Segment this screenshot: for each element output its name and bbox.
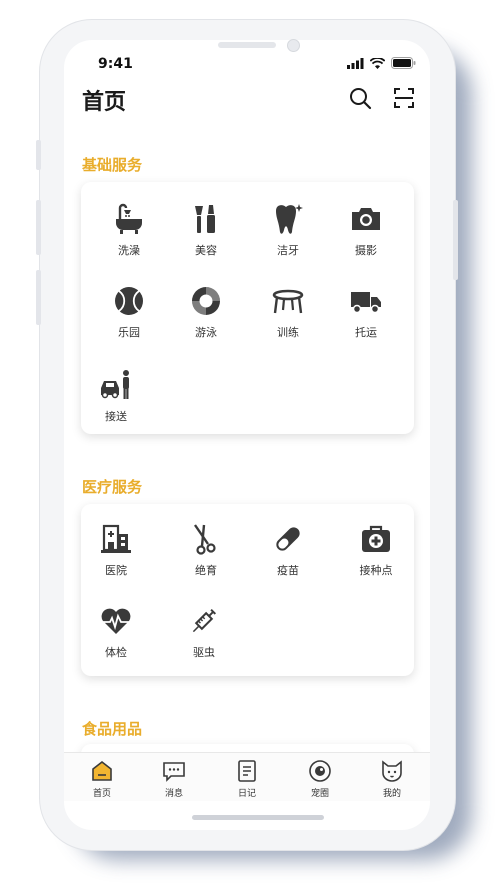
medical-label: 驱虫 <box>193 646 215 659</box>
tab-label: 宠圈 <box>310 789 329 799</box>
tab-label: 我的 <box>382 789 401 799</box>
medical-label: 体检 <box>105 646 127 659</box>
message-icon <box>163 762 185 782</box>
service-bath[interactable]: 洗澡 <box>94 202 164 258</box>
service-label: 洁牙 <box>277 244 299 257</box>
bath-icon <box>116 203 142 234</box>
service-label: 托运 <box>355 326 377 339</box>
service-label: 摄影 <box>355 244 377 257</box>
scissors-icon <box>194 524 216 555</box>
search-icon[interactable] <box>348 86 372 110</box>
battery-icon <box>391 57 416 69</box>
service-pickup[interactable]: 接送 <box>81 368 151 424</box>
pickup-icon <box>101 370 129 399</box>
medical-deworm[interactable]: 驱虫 <box>169 604 239 660</box>
page-title: 首页 <box>82 90 127 115</box>
phone-camera <box>287 39 300 52</box>
service-label: 洗澡 <box>118 244 140 257</box>
medical-checkup[interactable]: 体检 <box>81 604 151 660</box>
screen: 9:41 首页 基础服务 洗澡 美容 洁牙 摄影 乐园 游泳 训练 托运 接送 … <box>64 40 430 830</box>
service-park[interactable]: 乐园 <box>94 284 164 340</box>
trampoline-icon <box>272 289 304 314</box>
wifi-icon <box>370 57 385 69</box>
tooth-icon <box>276 204 303 234</box>
cat-face-icon <box>382 760 402 782</box>
diary-icon <box>238 760 256 782</box>
tab-bar: 首页 消息 日记 宠圈 我的 <box>64 752 430 801</box>
truck-icon <box>351 292 381 314</box>
medical-label: 疫苗 <box>277 564 299 577</box>
tab-pet-circle[interactable]: 宠圈 <box>290 759 350 799</box>
side-button <box>36 270 41 325</box>
status-icons <box>347 57 416 69</box>
tab-label: 消息 <box>164 789 183 799</box>
beauty-icon <box>195 205 215 233</box>
home-indicator[interactable] <box>192 815 324 820</box>
service-label: 乐园 <box>118 326 140 339</box>
pill-icon <box>276 527 300 551</box>
camera-icon <box>352 208 380 230</box>
tab-label: 日记 <box>237 789 256 799</box>
status-time: 9:41 <box>98 56 133 72</box>
service-shipping[interactable]: 托运 <box>331 284 401 340</box>
service-training[interactable]: 训练 <box>253 284 323 340</box>
phone-speaker <box>218 42 276 48</box>
section-title-medical: 医疗服务 <box>82 478 143 496</box>
scan-icon[interactable] <box>392 86 416 110</box>
section-title-basic: 基础服务 <box>82 156 143 174</box>
tab-home[interactable]: 首页 <box>72 759 132 799</box>
heartbeat-icon <box>101 608 131 634</box>
hospital-icon <box>101 524 131 553</box>
home-icon <box>92 760 112 781</box>
service-swim[interactable]: 游泳 <box>171 284 241 340</box>
service-label: 游泳 <box>195 326 217 339</box>
service-label: 接送 <box>105 410 127 423</box>
basic-services-card: 洗澡 美容 洁牙 摄影 乐园 游泳 训练 托运 接送 <box>81 182 414 434</box>
signal-icon <box>347 57 364 69</box>
syringe-icon <box>192 608 217 633</box>
medical-label: 绝育 <box>195 564 217 577</box>
medical-neuter[interactable]: 绝育 <box>171 522 241 578</box>
medical-label: 医院 <box>105 564 127 577</box>
tab-mine[interactable]: 我的 <box>362 759 422 799</box>
tab-diary[interactable]: 日记 <box>217 759 277 799</box>
service-label: 训练 <box>277 326 299 339</box>
swim-ring-icon <box>192 287 220 315</box>
section-title-food: 食品用品 <box>82 720 143 738</box>
ball-icon <box>115 287 143 315</box>
pet-circle-icon <box>309 760 331 782</box>
side-button <box>36 200 41 255</box>
side-button <box>36 140 41 170</box>
medical-vaccination-site[interactable]: 接种点 <box>341 522 411 578</box>
medical-label: 接种点 <box>359 564 393 577</box>
service-beauty[interactable]: 美容 <box>171 202 241 258</box>
service-tooth[interactable]: 洁牙 <box>253 202 323 258</box>
tab-label: 首页 <box>92 789 111 799</box>
medical-vaccine[interactable]: 疫苗 <box>253 522 323 578</box>
medkit-icon <box>362 525 390 552</box>
service-label: 美容 <box>195 244 217 257</box>
service-photo[interactable]: 摄影 <box>331 202 401 258</box>
medical-hospital[interactable]: 医院 <box>81 522 151 578</box>
header: 首页 <box>64 84 430 124</box>
medical-services-card: 医院 绝育 疫苗 接种点 体检 驱虫 <box>81 504 414 676</box>
side-button <box>453 200 458 280</box>
tab-messages[interactable]: 消息 <box>144 759 204 799</box>
